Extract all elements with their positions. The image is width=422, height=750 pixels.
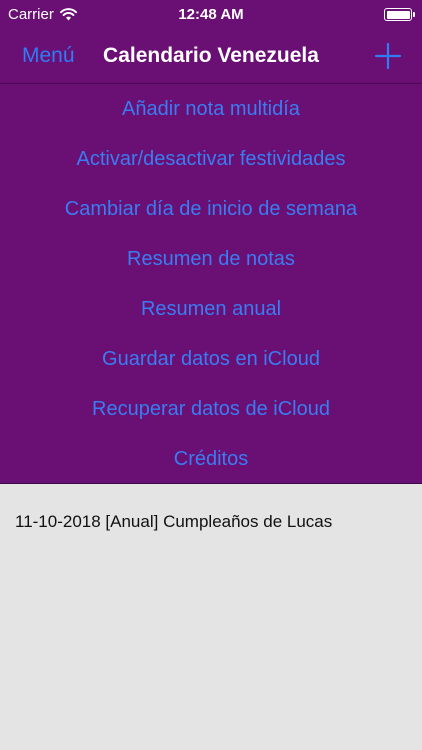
- page-title: Calendario Venezuela: [103, 44, 319, 67]
- navigation-bar: Menú Calendario Venezuela: [0, 32, 422, 84]
- menu-item-restore-icloud[interactable]: Recuperar datos de iCloud: [0, 384, 422, 434]
- status-time: 12:48 AM: [178, 6, 244, 23]
- list-item[interactable]: 11-10-2018 [Anual] Cumpleaños de Lucas: [15, 512, 332, 532]
- dropdown-menu: Añadir nota multidía Activar/desactivar …: [0, 84, 422, 484]
- menu-item-add-multiday-note[interactable]: Añadir nota multidía: [0, 84, 422, 134]
- menu-item-toggle-holidays[interactable]: Activar/desactivar festividades: [0, 134, 422, 184]
- battery-icon: [384, 8, 415, 21]
- menu-item-annual-summary[interactable]: Resumen anual: [0, 284, 422, 334]
- menu-item-credits[interactable]: Créditos: [0, 434, 422, 484]
- menu-item-save-icloud[interactable]: Guardar datos en iCloud: [0, 334, 422, 384]
- menu-item-notes-summary[interactable]: Resumen de notas: [0, 234, 422, 284]
- status-bar: Carrier 12:48 AM: [0, 0, 422, 32]
- notes-list: 11-10-2018 [Anual] Cumpleaños de Lucas: [0, 484, 422, 750]
- menu-item-week-start-day[interactable]: Cambiar día de inicio de semana: [0, 184, 422, 234]
- plus-icon[interactable]: [374, 42, 402, 70]
